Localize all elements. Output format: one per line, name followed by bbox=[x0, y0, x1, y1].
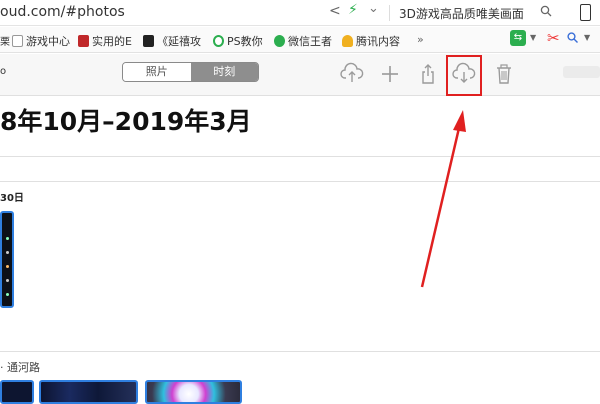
chevron-down-icon[interactable]: ▼ bbox=[530, 33, 536, 42]
scissors-icon[interactable]: ✂ bbox=[547, 29, 560, 47]
highlight-box bbox=[446, 55, 482, 96]
photo-thumbnail[interactable] bbox=[0, 211, 14, 308]
bookmark-item-yanxi[interactable]: 《延禧攻 bbox=[143, 33, 201, 49]
toolbar-item-partial[interactable]: o bbox=[0, 66, 6, 77]
page-icon bbox=[12, 35, 23, 47]
zoom-icon[interactable] bbox=[567, 32, 578, 43]
bookmark-item-partial[interactable]: 栗 bbox=[0, 33, 10, 48]
address-bar: oud.com/#photos < ⚡ ⌄ 3D游戏高品质唯美画面 bbox=[0, 0, 600, 26]
moment-date: 30日 bbox=[0, 193, 24, 204]
bookmark-item-wechat-king[interactable]: 微信王者 bbox=[274, 33, 332, 49]
add-icon[interactable] bbox=[378, 62, 402, 86]
phone-icon[interactable] bbox=[580, 4, 591, 21]
share-icon[interactable]: < bbox=[329, 3, 341, 19]
thumbnail-detail bbox=[6, 251, 9, 254]
photo-thumbnail[interactable] bbox=[0, 380, 34, 404]
chevron-down-icon[interactable]: ⌄ bbox=[368, 1, 379, 16]
share-icon[interactable] bbox=[416, 62, 440, 86]
photo-thumbnail[interactable] bbox=[39, 380, 138, 404]
divider bbox=[0, 181, 600, 182]
chevron-down-icon[interactable]: ▼ bbox=[584, 33, 590, 42]
thumbnail-detail bbox=[6, 279, 9, 282]
site-icon bbox=[78, 35, 89, 47]
tab-moments[interactable]: 时刻 bbox=[190, 63, 258, 81]
page-title: 8年10月–2019年3月 bbox=[0, 107, 252, 136]
url-field[interactable]: oud.com/#photos bbox=[0, 4, 125, 20]
photo-thumbnail[interactable] bbox=[145, 380, 242, 404]
search-field[interactable]: 3D游戏高品质唯美画面 bbox=[399, 5, 524, 22]
thumbnail-detail bbox=[6, 293, 9, 296]
divider bbox=[389, 5, 390, 21]
upload-icon[interactable] bbox=[340, 62, 364, 86]
ring-icon bbox=[213, 35, 224, 47]
divider bbox=[0, 351, 600, 352]
thumbnail-detail bbox=[6, 237, 9, 240]
search-icon[interactable] bbox=[540, 5, 552, 17]
extension-icon[interactable]: ⇆ bbox=[510, 30, 526, 46]
film-icon bbox=[143, 35, 154, 47]
trash-icon[interactable] bbox=[492, 62, 516, 86]
site-icon bbox=[274, 35, 285, 47]
bookmark-item-tencent[interactable]: 腾讯内容 bbox=[342, 33, 400, 49]
bookmark-item-game-center[interactable]: 游戏中心 bbox=[12, 33, 70, 49]
tab-photos[interactable]: 照片 bbox=[123, 63, 191, 81]
thumbnail-detail bbox=[6, 265, 9, 268]
moment-location: · 通河路 bbox=[0, 361, 40, 374]
site-icon bbox=[342, 35, 353, 47]
bookmark-item-ps[interactable]: PS教你 bbox=[213, 33, 263, 49]
bolt-icon[interactable]: ⚡ bbox=[348, 2, 358, 18]
bookmark-item-practical[interactable]: 实用的E bbox=[78, 33, 132, 49]
account-name-redacted bbox=[563, 66, 600, 78]
view-segmented-control[interactable]: 照片 时刻 bbox=[122, 62, 259, 82]
divider bbox=[0, 156, 600, 157]
bookmarks-more-button[interactable]: » bbox=[417, 33, 424, 46]
